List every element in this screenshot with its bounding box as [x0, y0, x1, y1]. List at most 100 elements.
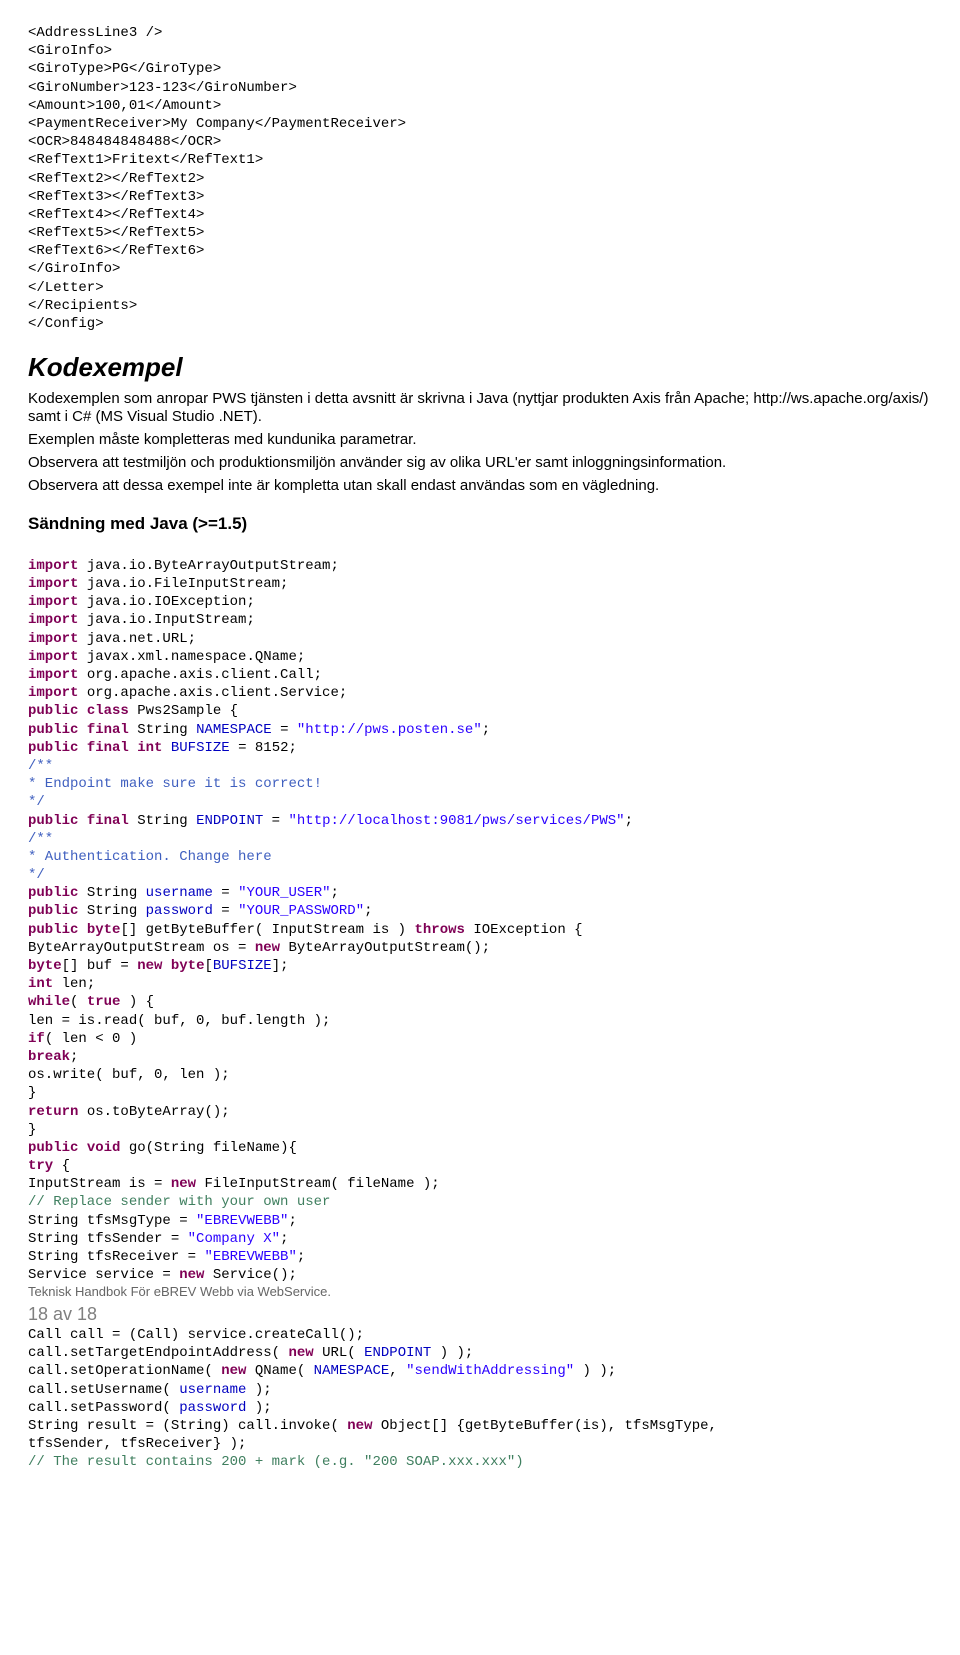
kw-new: new [137, 958, 162, 974]
code-text: FileInputStream( fileName ); [196, 1176, 440, 1192]
code-text: os.write( buf, 0, len ); [28, 1067, 230, 1083]
kw-new: new [255, 940, 280, 956]
code-text [78, 813, 86, 829]
id-username: username [179, 1382, 246, 1398]
kw-public: public [28, 740, 78, 756]
code-text: } [28, 1085, 36, 1101]
kw-public: public [28, 903, 78, 919]
code-text: ); [246, 1382, 271, 1398]
kw-true: true [87, 994, 121, 1010]
code-text: ; [70, 1049, 78, 1065]
code-text: javax.xml.namespace.QName; [78, 649, 305, 665]
code-text: String [129, 722, 196, 738]
code-text: , [389, 1363, 406, 1379]
code-text: ) ); [431, 1345, 473, 1361]
code-text: ( [70, 994, 87, 1010]
code-text: QName( [246, 1363, 313, 1379]
id-namespace: NAMESPACE [196, 722, 272, 738]
code-text: ( len < 0 ) [45, 1031, 137, 1047]
kw-return: return [28, 1104, 78, 1120]
javadoc: /** [28, 758, 53, 774]
code-text: go(String fileName){ [120, 1140, 296, 1156]
code-text: ByteArrayOutputStream os = [28, 940, 255, 956]
str-literal: "http://localhost:9081/pws/services/PWS" [289, 813, 625, 829]
page-number: 18 av 18 [28, 1304, 97, 1324]
code-text: String tfsSender = [28, 1231, 188, 1247]
kw-public: public [28, 722, 78, 738]
code-text [78, 722, 86, 738]
code-text [162, 740, 170, 756]
heading-kodexempel: Kodexempel [28, 351, 932, 384]
code-text: [] buf = [62, 958, 138, 974]
str-literal: "YOUR_PASSWORD" [238, 903, 364, 919]
code-text: = [272, 722, 297, 738]
code-text: String [78, 903, 145, 919]
kw-throws: throws [415, 922, 465, 938]
kw-byte: byte [28, 958, 62, 974]
kw-new: new [179, 1267, 204, 1283]
code-text [78, 922, 86, 938]
kw-public: public [28, 1140, 78, 1156]
code-text: Pws2Sample { [129, 703, 238, 719]
code-text: ) ); [574, 1363, 616, 1379]
code-text: java.io.IOException; [78, 594, 254, 610]
code-text: ; [280, 1231, 288, 1247]
xml-config-block: <AddressLine3 /> <GiroInfo> <GiroType>PG… [28, 24, 932, 333]
kw-new: new [347, 1418, 372, 1434]
kw-new: new [171, 1176, 196, 1192]
code-text: call.setPassword( [28, 1400, 179, 1416]
paragraph-intro-3: Observera att testmiljön och produktions… [28, 454, 932, 473]
code-text: { [53, 1158, 70, 1174]
code-text [78, 1140, 86, 1156]
code-text: String [78, 885, 145, 901]
code-text: ByteArrayOutputStream(); [280, 940, 490, 956]
code-text: = 8152; [230, 740, 297, 756]
kw-new: new [221, 1363, 246, 1379]
code-text: [] getByteBuffer( InputStream is ) [120, 922, 414, 938]
javadoc: */ [28, 867, 45, 883]
code-text: = [263, 813, 288, 829]
kw-while: while [28, 994, 70, 1010]
kw-final: final [87, 813, 129, 829]
javadoc: */ [28, 794, 45, 810]
code-text: String [129, 813, 196, 829]
str-literal: "EBREVWEBB" [204, 1249, 296, 1265]
code-text: call.setTargetEndpointAddress( [28, 1345, 288, 1361]
code-text: java.io.InputStream; [78, 612, 254, 628]
code-text: IOException { [465, 922, 583, 938]
code-text: = [213, 885, 238, 901]
str-literal: "http://pws.posten.se" [297, 722, 482, 738]
comment: // Replace sender with your own user [28, 1194, 330, 1210]
paragraph-intro-4: Observera att dessa exempel inte är komp… [28, 477, 932, 496]
kw-new: new [288, 1345, 313, 1361]
id-bufsize: BUFSIZE [171, 740, 230, 756]
kw-import: import [28, 576, 78, 592]
footer-text: Teknisk Handbok För eBREV Webb via WebSe… [28, 1284, 331, 1299]
javadoc: /** [28, 831, 53, 847]
code-text: os.toByteArray(); [78, 1104, 229, 1120]
id-username: username [146, 885, 213, 901]
code-text: java.io.FileInputStream; [78, 576, 288, 592]
paragraph-intro-2: Exemplen måste kompletteras med kundunik… [28, 431, 932, 450]
kw-try: try [28, 1158, 53, 1174]
code-text: java.io.ByteArrayOutputStream; [78, 558, 338, 574]
id-endpoint: ENDPOINT [364, 1345, 431, 1361]
code-text: java.net.URL; [78, 631, 196, 647]
kw-public: public [28, 813, 78, 829]
code-text: ; [297, 1249, 305, 1265]
kw-final: final [87, 722, 129, 738]
str-literal: "YOUR_USER" [238, 885, 330, 901]
code-text: call.setUsername( [28, 1382, 179, 1398]
code-text: Service service = [28, 1267, 179, 1283]
code-text: = [213, 903, 238, 919]
heading-java-sandning: Sändning med Java (>=1.5) [28, 513, 932, 534]
kw-int: int [28, 976, 53, 992]
kw-public: public [28, 922, 78, 938]
str-literal: "Company X" [188, 1231, 280, 1247]
kw-if: if [28, 1031, 45, 1047]
code-text: String tfsMsgType = [28, 1213, 196, 1229]
code-text [78, 703, 86, 719]
code-text: ; [288, 1213, 296, 1229]
code-text: [ [204, 958, 212, 974]
code-text [129, 740, 137, 756]
